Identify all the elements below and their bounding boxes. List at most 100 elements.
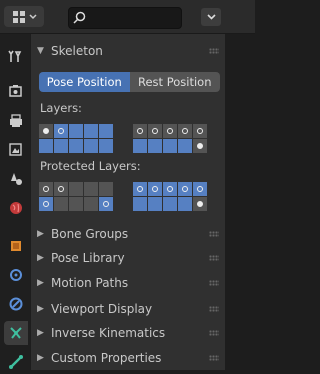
drag-grip-icon[interactable] bbox=[209, 48, 219, 54]
object-icon bbox=[11, 241, 21, 251]
output-tab[interactable] bbox=[4, 109, 28, 133]
properties-tabs bbox=[0, 34, 30, 370]
protected-layer-toggle[interactable] bbox=[39, 197, 53, 211]
drag-grip-icon[interactable] bbox=[209, 330, 219, 336]
layer-toggle[interactable] bbox=[39, 124, 53, 138]
skeleton-header[interactable]: ▼ Skeleton bbox=[31, 40, 225, 62]
output-icon bbox=[10, 114, 22, 127]
drag-grip-icon[interactable] bbox=[209, 255, 219, 261]
layer-toggle[interactable] bbox=[163, 139, 177, 153]
layer-toggle[interactable] bbox=[54, 139, 68, 153]
bone-tab[interactable] bbox=[4, 350, 28, 374]
protected-layer-toggle[interactable] bbox=[84, 182, 98, 196]
layer-toggle[interactable] bbox=[133, 124, 147, 138]
layer-toggle[interactable] bbox=[99, 139, 113, 153]
layer-toggle[interactable] bbox=[193, 139, 207, 153]
world-tab[interactable] bbox=[4, 196, 28, 220]
protected-layer-toggle[interactable] bbox=[39, 182, 53, 196]
protected-layer-toggle[interactable] bbox=[99, 197, 113, 211]
layer-toggle[interactable] bbox=[178, 124, 192, 138]
protected-layer-toggle[interactable] bbox=[178, 197, 192, 211]
collapse-arrow-icon: ▶ bbox=[37, 304, 44, 314]
layers-grid bbox=[39, 124, 221, 155]
drag-grip-icon[interactable] bbox=[209, 355, 219, 361]
section-title: Custom Properties bbox=[51, 351, 162, 365]
drag-grip-icon[interactable] bbox=[209, 231, 219, 237]
protected-layer-toggle[interactable] bbox=[163, 182, 177, 196]
protected-layer-toggle[interactable] bbox=[69, 182, 83, 196]
chevron-down-icon bbox=[206, 14, 216, 20]
editor-type-button[interactable] bbox=[4, 6, 44, 27]
layer-toggle[interactable] bbox=[133, 139, 147, 153]
layer-toggle[interactable] bbox=[84, 124, 98, 138]
view-layer-icon bbox=[9, 143, 22, 156]
skeleton-title: Skeleton bbox=[51, 44, 103, 58]
layer-toggle[interactable] bbox=[148, 124, 162, 138]
protected-layer-toggle[interactable] bbox=[69, 197, 83, 211]
viewport-display-header[interactable]: ▶ Viewport Display bbox=[31, 298, 225, 320]
modifier-tab[interactable] bbox=[4, 263, 28, 287]
options-dropdown-button[interactable] bbox=[201, 8, 221, 26]
tool-tab[interactable] bbox=[4, 44, 28, 68]
protected-layer-toggle[interactable] bbox=[84, 197, 98, 211]
bone-groups-header[interactable]: ▶ Bone Groups bbox=[31, 223, 225, 245]
layer-toggle[interactable] bbox=[148, 139, 162, 153]
protected-block-2 bbox=[133, 182, 207, 211]
chevron-down-icon bbox=[28, 13, 37, 19]
protected-layer-toggle[interactable] bbox=[54, 197, 68, 211]
scene-icon bbox=[11, 173, 22, 185]
pose-rest-toggle: Pose Position Rest Position bbox=[39, 72, 220, 92]
particles-tab[interactable] bbox=[4, 292, 28, 316]
particles-icon bbox=[9, 297, 23, 311]
armature-data-tab[interactable] bbox=[4, 321, 28, 345]
object-tab[interactable] bbox=[4, 234, 28, 258]
protected-layer-toggle[interactable] bbox=[163, 197, 177, 211]
protected-layer-toggle[interactable] bbox=[133, 182, 147, 196]
pose-library-header[interactable]: ▶ Pose Library bbox=[31, 247, 225, 269]
protected-layer-toggle[interactable] bbox=[148, 182, 162, 196]
collapse-arrow-icon: ▶ bbox=[37, 229, 44, 239]
collapse-arrow-icon: ▶ bbox=[37, 328, 44, 338]
search-icon bbox=[73, 11, 86, 24]
rest-position-button[interactable]: Rest Position bbox=[129, 72, 220, 92]
motion-paths-header[interactable]: ▶ Motion Paths bbox=[31, 272, 225, 294]
layer-toggle[interactable] bbox=[178, 139, 192, 153]
header-bar bbox=[0, 0, 255, 34]
layer-toggle[interactable] bbox=[193, 124, 207, 138]
expand-arrow-icon: ▼ bbox=[37, 46, 44, 56]
layer-toggle[interactable] bbox=[69, 139, 83, 153]
protected-block-1 bbox=[39, 182, 113, 211]
drag-grip-icon[interactable] bbox=[209, 280, 219, 286]
protected-layer-toggle[interactable] bbox=[133, 197, 147, 211]
inverse-kinematics-header[interactable]: ▶ Inverse Kinematics bbox=[31, 322, 225, 344]
skeleton-panel: ▼ Skeleton Pose Position Rest Position L… bbox=[31, 34, 225, 370]
layer-toggle[interactable] bbox=[69, 124, 83, 138]
protected-layer-toggle[interactable] bbox=[148, 197, 162, 211]
pose-position-button[interactable]: Pose Position bbox=[39, 72, 130, 92]
layer-toggle[interactable] bbox=[99, 124, 113, 138]
protected-layer-toggle[interactable] bbox=[178, 182, 192, 196]
protected-layer-toggle[interactable] bbox=[193, 197, 207, 211]
layer-toggle[interactable] bbox=[39, 139, 53, 153]
layer-toggle[interactable] bbox=[163, 124, 177, 138]
search-input[interactable] bbox=[68, 7, 182, 29]
render-tab[interactable] bbox=[4, 79, 28, 103]
layer-toggle[interactable] bbox=[54, 124, 68, 138]
scene-tab[interactable] bbox=[4, 167, 28, 191]
drag-grip-icon[interactable] bbox=[209, 306, 219, 312]
section-title: Viewport Display bbox=[51, 302, 153, 316]
protected-layer-toggle[interactable] bbox=[54, 182, 68, 196]
protected-layer-toggle[interactable] bbox=[193, 182, 207, 196]
section-title: Inverse Kinematics bbox=[51, 326, 166, 340]
protected-layer-toggle[interactable] bbox=[99, 182, 113, 196]
collapse-arrow-icon: ▶ bbox=[37, 353, 44, 363]
layers-block-2 bbox=[133, 124, 207, 153]
layer-toggle[interactable] bbox=[84, 139, 98, 153]
bone-icon bbox=[9, 355, 23, 369]
tool-icon bbox=[8, 50, 22, 62]
protected-layers-grid bbox=[39, 182, 221, 213]
scroll-region[interactable] bbox=[226, 34, 255, 370]
custom-properties-header[interactable]: ▶ Custom Properties bbox=[31, 347, 225, 369]
view-layer-tab[interactable] bbox=[4, 138, 28, 162]
grid-icon bbox=[12, 10, 25, 23]
